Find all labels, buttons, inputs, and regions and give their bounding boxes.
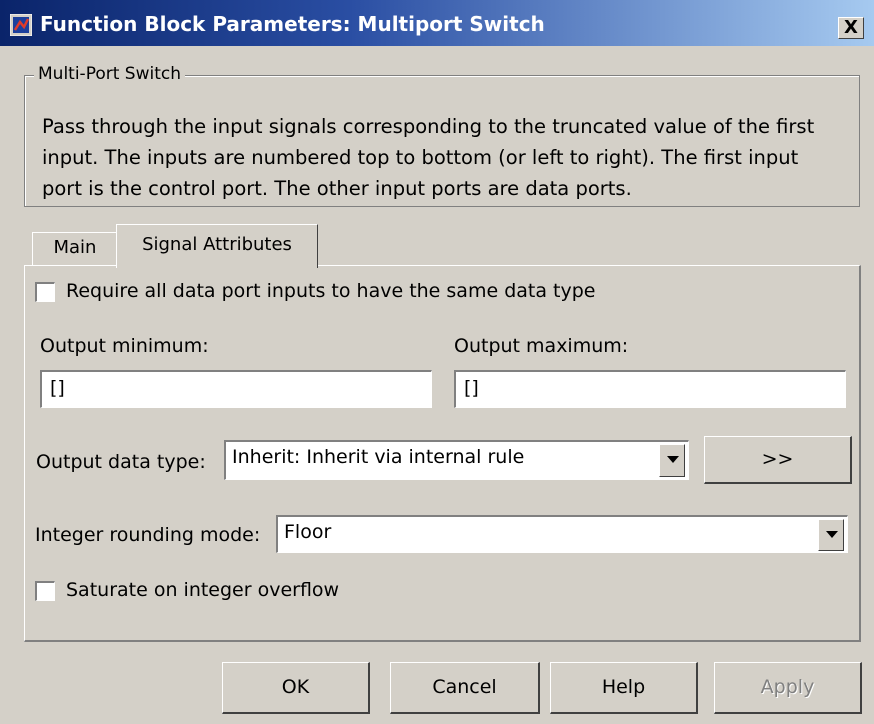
group-legend: Multi-Port Switch: [34, 64, 185, 84]
simulink-block-icon: [10, 14, 32, 36]
integer-rounding-mode-dropdown[interactable]: Floor: [276, 515, 848, 553]
saturate-overflow-label: Saturate on integer overflow: [66, 579, 340, 601]
tab-main[interactable]: Main: [32, 232, 118, 266]
output-maximum-field[interactable]: []: [454, 370, 846, 408]
output-data-type-value: Inherit: Inherit via internal rule: [232, 446, 525, 468]
output-data-type-label: Output data type:: [36, 451, 206, 473]
apply-button[interactable]: Apply: [714, 662, 862, 714]
data-type-assistant-button[interactable]: >>: [704, 436, 852, 484]
chevron-down-icon[interactable]: [818, 519, 844, 551]
tab-signal-attributes[interactable]: Signal Attributes: [116, 224, 318, 268]
integer-rounding-mode-value: Floor: [284, 521, 332, 543]
require-same-type-checkbox[interactable]: [35, 282, 55, 302]
title-bar: Function Block Parameters: Multiport Swi…: [0, 0, 874, 46]
cancel-button[interactable]: Cancel: [390, 662, 540, 714]
require-same-type-label: Require all data port inputs to have the…: [66, 280, 596, 302]
integer-rounding-mode-label: Integer rounding mode:: [35, 524, 261, 546]
help-button[interactable]: Help: [550, 662, 698, 714]
close-button[interactable]: X: [838, 17, 864, 39]
output-data-type-dropdown[interactable]: Inherit: Inherit via internal rule: [224, 440, 689, 480]
output-maximum-label: Output maximum:: [454, 335, 629, 357]
saturate-overflow-checkbox[interactable]: [35, 581, 55, 601]
ok-button[interactable]: OK: [222, 662, 370, 714]
output-minimum-field[interactable]: []: [40, 370, 432, 408]
window-title: Function Block Parameters: Multiport Swi…: [40, 12, 545, 36]
output-minimum-label: Output minimum:: [40, 335, 209, 357]
chevron-down-icon[interactable]: [659, 444, 685, 477]
block-description: Pass through the input signals correspon…: [42, 115, 815, 200]
